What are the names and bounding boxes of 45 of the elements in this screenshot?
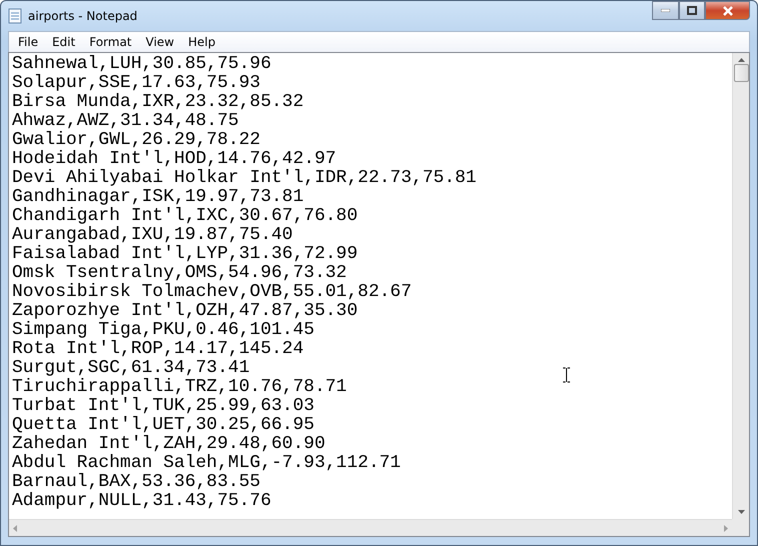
menu-item[interactable]: File — [11, 35, 46, 49]
text-line: Abdul Rachman Saleh,MLG,-7.93,112.71 — [12, 454, 401, 473]
text-line: Zahedan Int'l,ZAH,29.48,60.90 — [12, 435, 326, 454]
text-line: Rota Int'l,ROP,14.17,145.24 — [12, 340, 304, 359]
text-line: Faisalabad Int'l,LYP,31.36,72.99 — [12, 245, 358, 264]
text-line: Solapur,SSE,17.63,75.93 — [12, 74, 260, 93]
text-line: Ahwaz,AWZ,31.34,48.75 — [12, 112, 239, 131]
minimize-button[interactable] — [652, 1, 679, 20]
minimize-icon — [661, 9, 670, 12]
text-line: Gandhinagar,ISK,19.97,73.81 — [12, 188, 304, 207]
menu-item[interactable]: Help — [181, 35, 222, 49]
close-button[interactable] — [705, 1, 750, 20]
text-line: Zaporozhye Int'l,OZH,47.87,35.30 — [12, 302, 358, 321]
text-line: Chandigarh Int'l,IXC,30.67,76.80 — [12, 207, 358, 226]
text-line: Barnaul,BAX,53.36,83.55 — [12, 473, 260, 492]
window-title: airports - Notepad — [28, 9, 138, 23]
horizontal-scrollbar[interactable] — [9, 519, 732, 536]
maximize-icon — [687, 6, 697, 15]
left-arrow-icon — [13, 524, 17, 532]
text-line: Turbat Int'l,TUK,25.99,63.03 — [12, 397, 314, 416]
text-line: Hodeidah Int'l,HOD,14.76,42.97 — [12, 150, 336, 169]
text-line: Tiruchirappalli,TRZ,10.76,78.71 — [12, 378, 347, 397]
down-arrow-icon — [738, 510, 744, 514]
text-line: Aurangabad,IXU,19.87,75.40 — [12, 226, 293, 245]
maximize-button[interactable] — [679, 1, 705, 20]
text-line: Simpang Tiga,PKU,0.46,101.45 — [12, 321, 314, 340]
text-line: Omsk Tsentralny,OMS,54.96,73.32 — [12, 264, 347, 283]
menu-item[interactable]: View — [138, 35, 182, 49]
close-icon — [722, 6, 734, 16]
text-line: Quetta Int'l,UET,30.25,66.95 — [12, 416, 314, 435]
text-line: Novosibirsk Tolmachev,OVB,55.01,82.67 — [12, 283, 412, 302]
text-cursor-icon — [563, 367, 570, 383]
notepad-icon — [8, 8, 22, 24]
text-line: Sahnewal,LUH,30.85,75.96 — [12, 55, 272, 74]
text-line: Devi Ahilyabai Holkar Int'l,IDR,22.73,75.81 — [12, 169, 476, 188]
text-line: Adampur,NULL,31.43,75.76 — [12, 492, 272, 511]
text-line: Birsa Munda,IXR,23.32,85.32 — [12, 93, 304, 112]
vertical-scrollbar[interactable] — [732, 53, 749, 519]
right-arrow-icon — [724, 524, 728, 532]
text-line: Gwalior,GWL,26.29,78.22 — [12, 131, 260, 150]
menu-item[interactable]: Edit — [45, 35, 82, 49]
up-arrow-icon — [738, 58, 744, 62]
menu-item[interactable]: Format — [82, 35, 139, 49]
scroll-thumb[interactable] — [734, 64, 748, 82]
text-line: Surgut,SGC,61.34,73.41 — [12, 359, 250, 378]
